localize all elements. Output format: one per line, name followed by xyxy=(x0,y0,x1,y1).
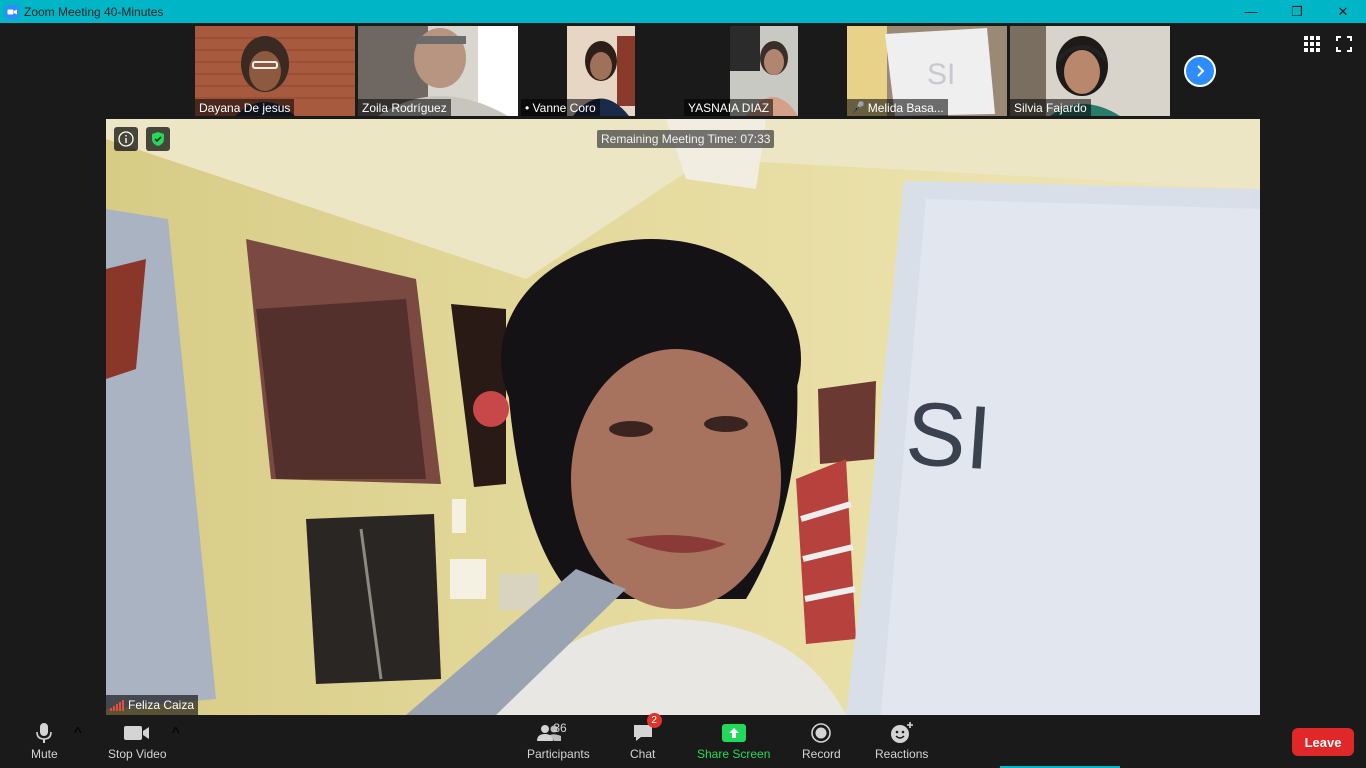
chat-unread-badge: 2 xyxy=(646,713,662,728)
svg-text:SI: SI xyxy=(927,58,955,91)
participant-tile[interactable]: Dayana De jesus xyxy=(195,26,355,116)
fullscreen-icon[interactable] xyxy=(1336,36,1352,52)
speaker-name-tag: Feliza Caiza xyxy=(106,695,199,715)
participant-tile[interactable]: • Vanne Coro xyxy=(521,26,681,116)
record-label: Record xyxy=(802,747,841,761)
leave-meeting-button[interactable]: Leave xyxy=(1292,728,1354,756)
participant-tile[interactable]: Silvia Fajardo xyxy=(1010,26,1170,116)
active-speaker-video[interactable]: SI Remaining Meeting Time: 07:33 Feliza … xyxy=(106,119,1260,715)
share-screen-label: Share Screen xyxy=(697,747,771,761)
encryption-shield-icon[interactable] xyxy=(146,127,170,151)
share-screen-icon xyxy=(721,724,746,742)
card-text: SI xyxy=(903,384,995,490)
participant-name: Melida Basa... xyxy=(867,100,944,115)
info-icon[interactable] xyxy=(114,127,138,151)
participant-tile[interactable]: SI 🎤 Melida Basa... xyxy=(847,26,1007,116)
next-page-button[interactable] xyxy=(1184,55,1216,87)
share-screen-button[interactable]: Share Screen xyxy=(697,719,770,761)
remaining-time-label: Remaining Meeting Time: 07:33 xyxy=(597,130,775,148)
restore-button[interactable]: ❐ xyxy=(1274,0,1320,23)
title-bar: Zoom Meeting 40-Minutes — ❐ ✕ xyxy=(0,0,1366,23)
microphone-icon xyxy=(36,723,53,743)
video-camera-icon xyxy=(124,726,150,740)
speaker-name: Feliza Caiza xyxy=(128,698,195,712)
mute-button[interactable]: Mute xyxy=(31,719,58,761)
participant-name: YASNAIA DIAZ xyxy=(688,100,770,115)
participants-button[interactable]: 36 Participants xyxy=(527,719,590,761)
mute-label: Mute xyxy=(31,747,58,761)
participant-tile[interactable]: Zoila Rodríguez xyxy=(358,26,518,116)
chevron-right-icon xyxy=(1197,65,1205,77)
participant-tile[interactable]: YASNAIA DIAZ xyxy=(684,26,844,116)
participant-name: • Vanne Coro xyxy=(525,100,596,115)
participant-name: Zoila Rodríguez xyxy=(362,100,447,115)
gallery-view-icon[interactable] xyxy=(1304,36,1320,52)
smiley-reaction-icon xyxy=(890,722,913,743)
stop-video-label: Stop Video xyxy=(108,747,167,761)
reactions-button[interactable]: Reactions xyxy=(875,719,928,761)
connection-signal-icon xyxy=(110,699,124,711)
meeting-area: Dayana De jesus Zoila Rodríguez • Vanne … xyxy=(0,23,1366,720)
stop-video-button[interactable]: Stop Video xyxy=(108,719,167,761)
gallery-strip: Dayana De jesus Zoila Rodríguez • Vanne … xyxy=(195,26,1173,116)
meeting-controls-toolbar: Mute ^ Stop Video ^ 36 Participants 2 Ch… xyxy=(0,713,1366,768)
record-icon xyxy=(811,723,832,743)
muted-mic-icon: 🎤 xyxy=(851,102,865,114)
reactions-label: Reactions xyxy=(875,747,929,761)
minimize-button[interactable]: — xyxy=(1228,0,1274,23)
participant-name: Dayana De jesus xyxy=(199,100,291,115)
video-options-caret-icon[interactable]: ^ xyxy=(172,725,180,743)
participants-count: 36 xyxy=(553,721,567,735)
record-button[interactable]: Record xyxy=(802,719,841,761)
chat-label: Chat xyxy=(630,747,656,761)
participant-name: Silvia Fajardo xyxy=(1014,100,1087,115)
zoom-app-icon xyxy=(5,4,19,19)
close-button[interactable]: ✕ xyxy=(1320,0,1366,23)
participants-label: Participants xyxy=(527,747,590,761)
chat-button[interactable]: 2 Chat xyxy=(630,713,662,761)
audio-options-caret-icon[interactable]: ^ xyxy=(74,725,82,743)
speaker-video-frame: SI xyxy=(106,119,1260,715)
window-title: Zoom Meeting 40-Minutes xyxy=(24,4,164,19)
